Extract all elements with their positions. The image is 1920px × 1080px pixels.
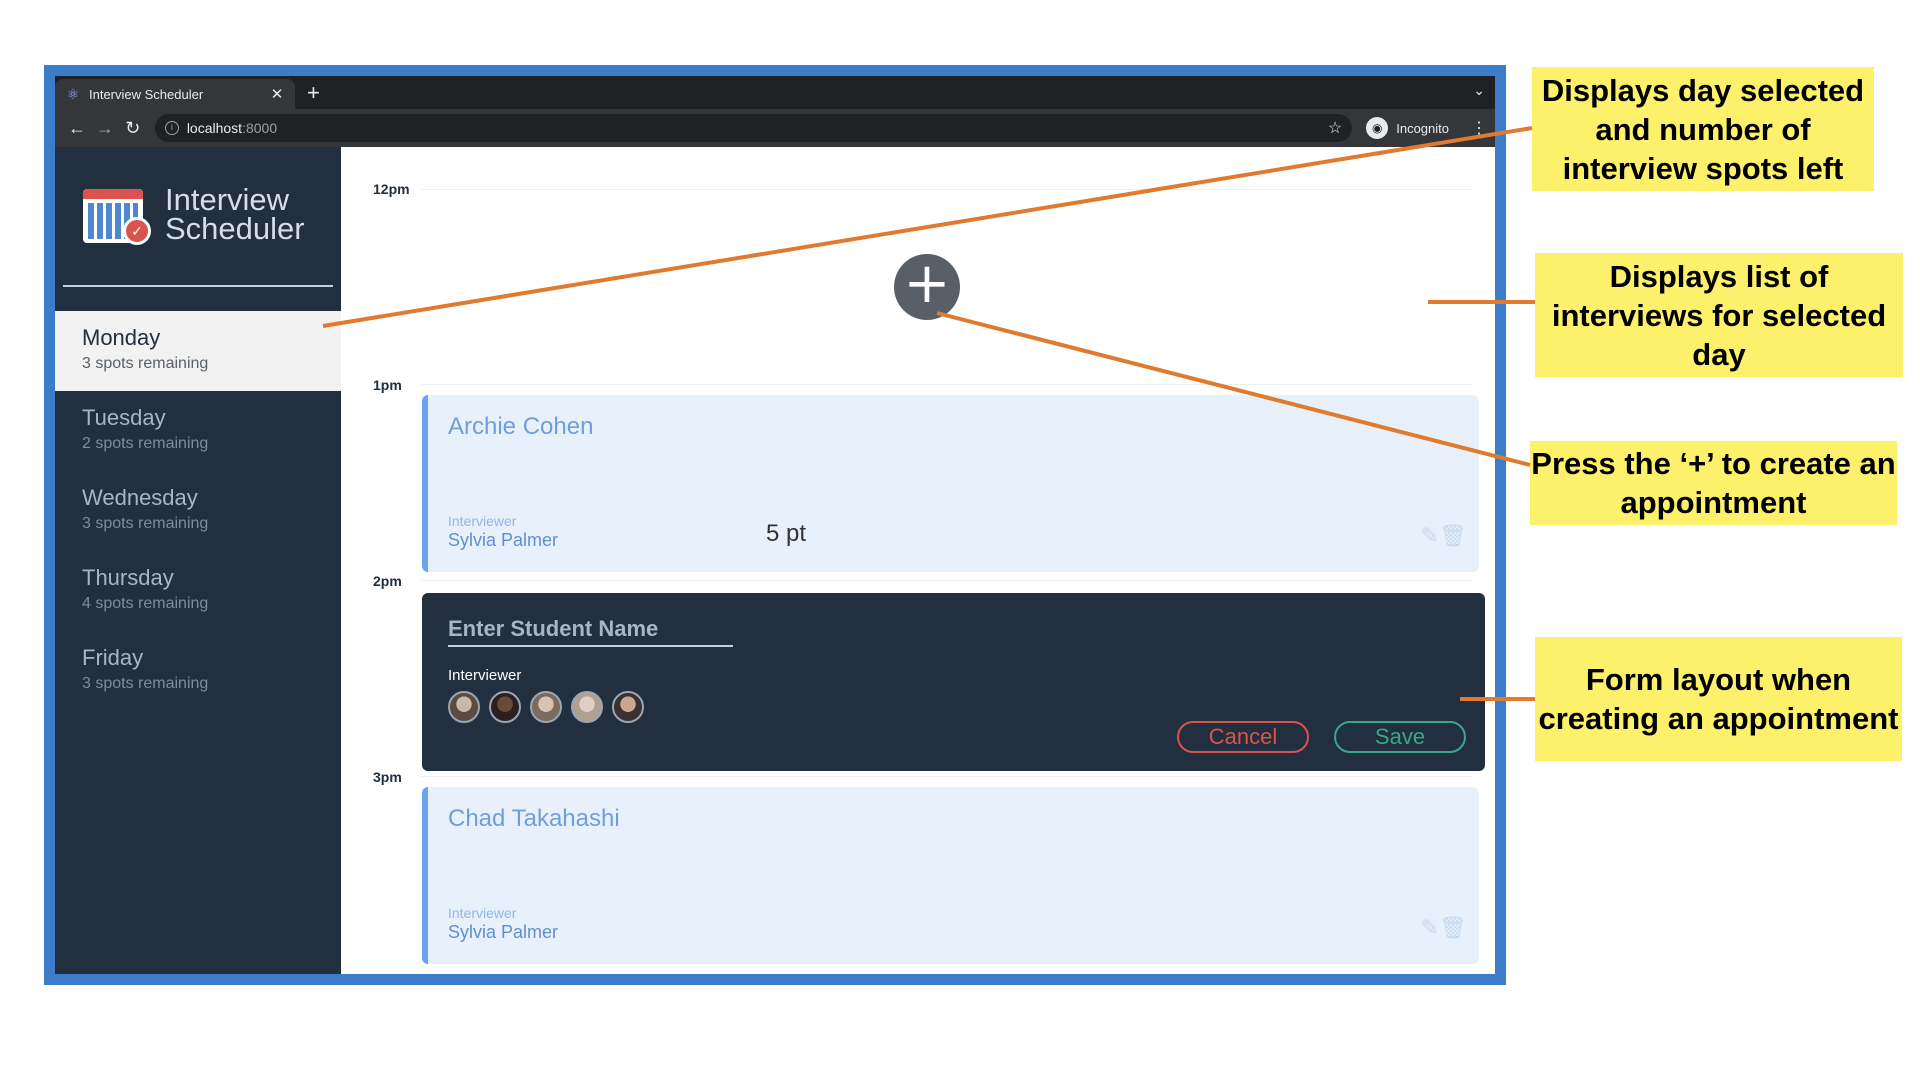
student-name-input[interactable] (448, 613, 733, 647)
logo-line1: Interview (165, 182, 290, 217)
browser-window: ⚛ Interview Scheduler ✕ + ⌄ ← → ↻ i loca… (44, 65, 1506, 985)
back-arrow-icon[interactable]: ← (63, 118, 91, 139)
student-name: Archie Cohen (448, 413, 594, 440)
incognito-indicator[interactable]: ◉ Incognito (1366, 117, 1449, 139)
edit-icon[interactable]: ✎ (1421, 523, 1439, 548)
day-spots: 4 spots remaining (82, 595, 209, 612)
address-bar[interactable]: i localhost:8000 ☆ (154, 114, 1353, 142)
reload-icon[interactable]: ↻ (119, 118, 147, 139)
sidebar-divider (63, 285, 333, 287)
interviewer-avatar[interactable] (530, 691, 562, 723)
calendar-logo-icon: ✓ (83, 183, 151, 245)
appointment-form: Interviewer Cancel Save (422, 593, 1485, 771)
react-favicon-icon: ⚛ (66, 86, 80, 102)
app-logo: ✓ Interview Scheduler (83, 183, 305, 245)
hour-rule (421, 580, 1472, 581)
callout-list-interviews: Displays list of interviews for selected… (1535, 253, 1903, 377)
callout-press-plus: Press the ‘+’ to create an appointment (1530, 441, 1897, 525)
app-root: ✓ Interview Scheduler Monday 3 spots rem… (55, 147, 1495, 974)
student-name: Chad Takahashi (448, 805, 620, 832)
day-name: Tuesday (82, 405, 166, 430)
time-label: 3pm (373, 769, 402, 785)
trash-icon[interactable]: 🗑 (1439, 523, 1467, 548)
save-button[interactable]: Save (1334, 721, 1466, 753)
figure: ⚛ Interview Scheduler ✕ + ⌄ ← → ↻ i loca… (0, 0, 1920, 1080)
day-name: Thursday (82, 565, 174, 590)
day-name: Friday (82, 645, 144, 670)
appointment-card: Chad Takahashi Interviewer Sylvia Palmer… (422, 787, 1479, 964)
day-spots: 2 spots remaining (82, 435, 209, 452)
interviewer-label: Interviewer (448, 513, 517, 529)
day-item-wednesday[interactable]: Wednesday 3 spots remaining (55, 471, 341, 551)
close-tab-icon[interactable]: ✕ (269, 85, 285, 103)
bookmark-star-icon[interactable]: ☆ (1328, 118, 1342, 138)
day-spots: 3 spots remaining (82, 355, 209, 372)
forward-arrow-icon[interactable]: → (91, 118, 119, 139)
new-tab-icon[interactable]: + (307, 80, 320, 106)
add-appointment-button[interactable]: + (894, 254, 960, 320)
time-label: 12pm (373, 181, 410, 197)
site-info-icon[interactable]: i (164, 121, 179, 135)
browser-menu-icon[interactable]: ⋮ (1471, 118, 1487, 138)
card-actions: ✎🗑 (1421, 523, 1467, 549)
url-port: :8000 (242, 120, 278, 136)
time-label: 2pm (373, 573, 402, 589)
tab-bar: ⚛ Interview Scheduler ✕ + ⌄ (55, 76, 1495, 109)
incognito-label: Incognito (1396, 120, 1449, 136)
day-item-thursday[interactable]: Thursday 4 spots remaining (55, 551, 341, 631)
interviewer-name: Sylvia Palmer (448, 922, 559, 942)
time-label: 1pm (373, 377, 402, 393)
logo-text: Interview Scheduler (165, 182, 305, 246)
card-actions: ✎🗑 (1421, 915, 1467, 941)
form-interviewer-label: Interviewer (448, 667, 522, 684)
interviewer-avatar[interactable] (612, 691, 644, 723)
hour-rule (421, 189, 1472, 190)
browser-toolbar: ← → ↻ i localhost:8000 ☆ ◉ Incognito ⋮ (55, 109, 1495, 147)
note-text: 5 pt (766, 520, 807, 547)
browser-tab[interactable]: ⚛ Interview Scheduler ✕ (55, 79, 295, 109)
interviewer-name: Sylvia Palmer (448, 530, 559, 550)
interviewer-label: Interviewer (448, 905, 517, 921)
interviewer-avatar[interactable] (448, 691, 480, 723)
day-spots: 3 spots remaining (82, 675, 209, 692)
appointment-card: Archie Cohen Interviewer Sylvia Palmer ✎… (422, 395, 1479, 572)
tab-title: Interview Scheduler (89, 86, 204, 102)
day-name: Wednesday (82, 485, 198, 510)
callout-day-selected: Displays day selected and number of inte… (1532, 67, 1874, 191)
schedule-main: 12pm + 1pm Archie Cohen Interviewer Sylv… (341, 147, 1495, 974)
edit-icon[interactable]: ✎ (1421, 915, 1439, 940)
day-item-monday[interactable]: Monday 3 spots remaining (55, 311, 341, 391)
day-spots: 3 spots remaining (82, 515, 209, 532)
day-item-friday[interactable]: Friday 3 spots remaining (55, 631, 341, 711)
logo-line2: Scheduler (165, 211, 305, 246)
sidebar: ✓ Interview Scheduler Monday 3 spots rem… (55, 147, 341, 974)
day-name: Monday (82, 325, 161, 350)
cancel-button[interactable]: Cancel (1177, 721, 1309, 753)
interviewer-avatar[interactable] (571, 691, 603, 723)
hour-rule (421, 776, 1472, 777)
interviewer-avatar[interactable] (489, 691, 521, 723)
url-host: localhost (186, 120, 243, 136)
tab-search-chevron-icon[interactable]: ⌄ (1473, 82, 1485, 99)
callout-form-layout: Form layout when creating an appointment (1535, 637, 1902, 761)
day-item-tuesday[interactable]: Tuesday 2 spots remaining (55, 391, 341, 471)
interviewer-list (448, 691, 653, 723)
hour-rule (421, 384, 1472, 385)
trash-icon[interactable]: 🗑 (1439, 915, 1467, 940)
incognito-icon: ◉ (1366, 117, 1389, 139)
